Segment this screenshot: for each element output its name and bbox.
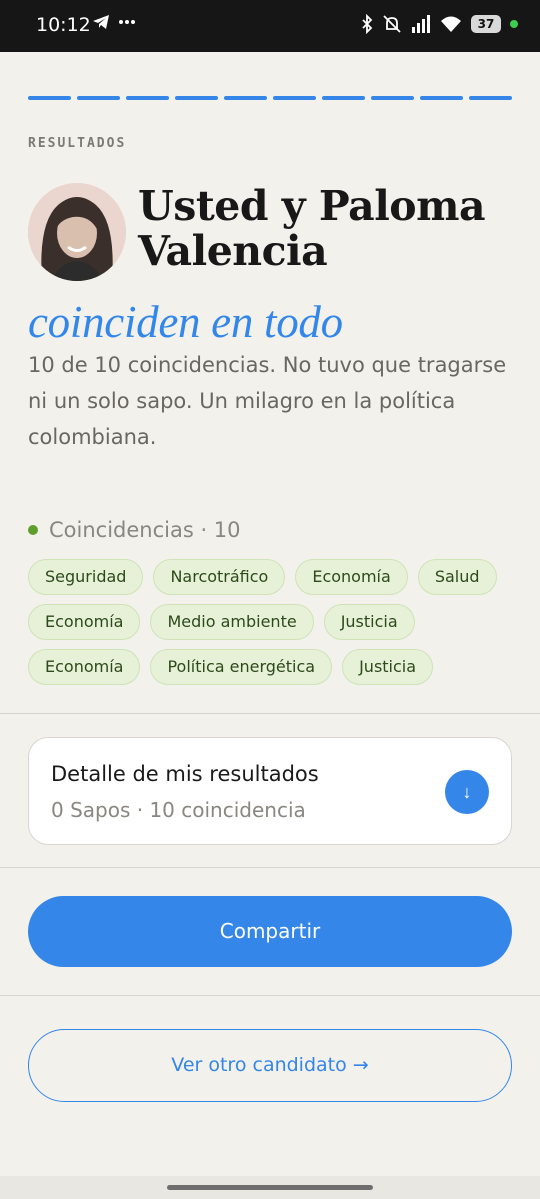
- coincidence-tag: Economía: [295, 559, 408, 595]
- bluetooth-icon: [362, 14, 373, 34]
- expand-arrow-down-icon[interactable]: ↓: [445, 770, 489, 814]
- coincidence-tag: Justicia: [342, 649, 434, 685]
- progress-bar: [28, 96, 512, 100]
- gesture-handle[interactable]: [167, 1185, 373, 1190]
- mute-icon: [383, 15, 401, 33]
- coincidence-tag: Justicia: [323, 604, 415, 640]
- status-bar: 10:12 37: [0, 0, 540, 52]
- progress-segment: [126, 96, 169, 100]
- progress-segment: [322, 96, 365, 100]
- coincidence-tag: Medio ambiente: [150, 604, 314, 640]
- signal-icon: [412, 15, 430, 33]
- divider: [0, 995, 540, 996]
- result-headline: Usted y Paloma Valencia: [138, 182, 486, 275]
- coincidence-tag: Narcotráfico: [153, 559, 286, 595]
- results-detail-card[interactable]: Detalle de mis resultados 0 Sapos · 10 c…: [28, 737, 512, 845]
- candidate-photo: [28, 183, 126, 281]
- coincidences-label: Coincidencias · 10: [49, 518, 241, 542]
- coincidence-tag: Política energética: [150, 649, 333, 685]
- other-candidate-button[interactable]: Ver otro candidato →: [28, 1029, 512, 1102]
- detail-subtitle: 0 Sapos · 10 coincidencia: [51, 798, 306, 822]
- candidate-avatar: [28, 183, 126, 281]
- progress-segment: [175, 96, 218, 100]
- progress-segment: [28, 96, 71, 100]
- battery-indicator: 37: [471, 15, 501, 33]
- progress-segment: [371, 96, 414, 100]
- coincidence-tag: Economía: [28, 649, 141, 685]
- result-description: 10 de 10 coincidencias. No tuvo que trag…: [28, 353, 507, 449]
- coincidence-tags: Seguridad Narcotráfico Economía Salud Econom…: [28, 559, 508, 685]
- telegram-icon: [93, 15, 109, 29]
- more-icon: [119, 20, 135, 24]
- coincidence-tag: Economía: [28, 604, 141, 640]
- progress-segment: [420, 96, 463, 100]
- detail-title: Detalle de mis resultados: [51, 762, 319, 786]
- coincidence-dot: [28, 525, 38, 535]
- system-nav-bar: [0, 1176, 540, 1199]
- share-button[interactable]: Compartir: [28, 896, 512, 967]
- progress-segment: [469, 96, 512, 100]
- coincidence-tag: Seguridad: [28, 559, 144, 595]
- coincidences-heading: Coincidencias · 10: [28, 518, 241, 542]
- result-subheadline: coinciden en todo: [28, 297, 343, 347]
- progress-segment: [77, 96, 120, 100]
- progress-segment: [224, 96, 267, 100]
- privacy-dot: [510, 20, 518, 28]
- coincidence-tag: Salud: [417, 559, 497, 595]
- status-time: 10:12: [36, 14, 91, 36]
- divider: [0, 713, 540, 714]
- divider: [0, 867, 540, 868]
- progress-segment: [273, 96, 316, 100]
- section-eyebrow: RESULTADOS: [28, 136, 127, 151]
- wifi-icon: [441, 16, 461, 32]
